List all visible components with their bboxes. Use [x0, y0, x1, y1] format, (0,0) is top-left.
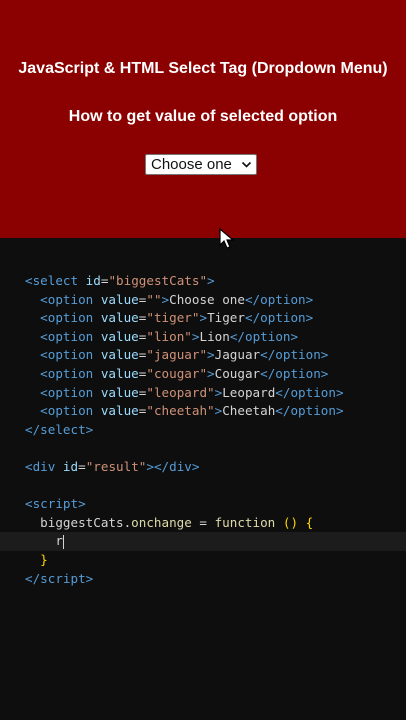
code-line: <script>: [25, 496, 86, 512]
code-line-option: <option value="cheetah">Cheetah</option>: [40, 403, 344, 419]
option-value: cheetah: [153, 403, 208, 419]
option-label: Jaguar: [214, 347, 261, 363]
code-line: <select id="biggestCats">: [25, 273, 215, 288]
option-value: lion: [153, 328, 185, 344]
page-subtitle: How to get value of selected option: [68, 108, 338, 125]
option-value: leopard: [153, 384, 208, 400]
script-property: onchange: [131, 514, 192, 530]
script-object: biggestCats: [40, 514, 124, 530]
typed-text: r: [55, 533, 63, 549]
code-line-option: <option value="">Choose one</option>: [40, 291, 314, 307]
code-line-option: <option value="cougar">Cougar</option>: [40, 365, 329, 381]
option-lines: <option value="">Choose one</option> <op…: [0, 291, 406, 421]
div-id: result: [93, 458, 139, 474]
code-line: biggestCats.onchange = function () {: [40, 514, 314, 530]
code-line: <div id="result"></div>: [25, 458, 200, 474]
biggest-cats-select[interactable]: Choose one: [145, 154, 257, 175]
option-label: Leopard: [222, 384, 276, 400]
script-keyword: function: [214, 514, 276, 530]
code-line-active[interactable]: r: [0, 532, 406, 551]
chevron-down-icon: [241, 155, 252, 181]
mouse-pointer-icon: [219, 227, 235, 250]
option-label: Lion: [199, 328, 230, 344]
code-line-option: <option value="lion">Lion</option>: [40, 328, 299, 344]
code-line: </script>: [25, 570, 94, 586]
header-panel: JavaScript & HTML Select Tag (Dropdown M…: [0, 0, 406, 238]
code-line: }: [40, 551, 48, 567]
text-caret: [62, 534, 64, 549]
code-line-option: <option value="leopard">Leopard</option>: [40, 384, 344, 400]
code-line-option: <option value="tiger">Tiger</option>: [40, 310, 314, 326]
option-label: Tiger: [207, 310, 245, 326]
page-title: JavaScript & HTML Select Tag (Dropdown M…: [18, 60, 388, 77]
code-editor[interactable]: <select id="biggestCats"> <option value=…: [0, 272, 406, 588]
option-label: Choose one: [169, 291, 245, 307]
option-value: tiger: [153, 310, 192, 326]
code-line: </select>: [25, 421, 94, 437]
option-label: Cougar: [214, 365, 261, 381]
select-value: Choose one: [151, 156, 232, 173]
select-id: biggestCats: [116, 273, 200, 288]
option-label: Cheetah: [222, 403, 276, 419]
option-value: cougar: [153, 365, 200, 381]
option-value: jaguar: [153, 347, 200, 363]
code-line-option: <option value="jaguar">Jaguar</option>: [40, 347, 329, 363]
